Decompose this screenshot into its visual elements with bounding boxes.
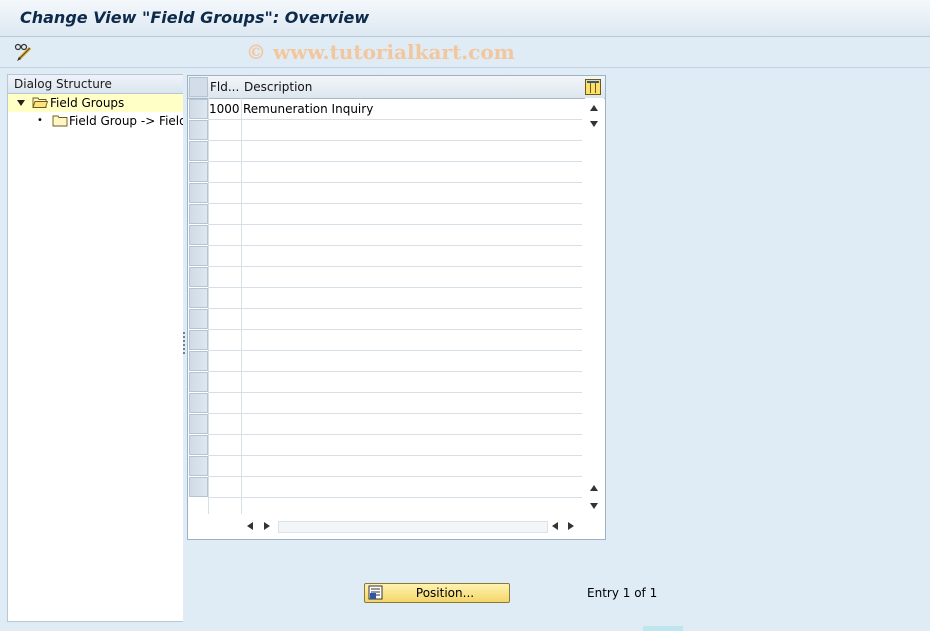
display-change-button[interactable] [13,41,35,63]
scroll-down-icon[interactable] [588,501,600,511]
row-divider [208,413,582,414]
row-divider [208,203,582,204]
window-title: Change View "Field Groups": Overview [20,8,370,27]
row-selector[interactable] [189,372,208,392]
scroll-down-icon[interactable] [588,119,600,129]
title-bar: Change View "Field Groups": Overview [0,0,930,37]
dialog-structure-header: Dialog Structure [8,75,184,94]
row-divider [208,119,582,120]
tree-item-label: Field Groups [50,96,125,110]
expand-triangle-icon[interactable] [16,98,26,108]
scroll-left-icon[interactable] [550,520,560,532]
scroll-right-icon[interactable] [262,520,272,532]
row-divider [208,350,582,351]
table-settings-icon [585,79,601,95]
row-divider [208,392,582,393]
row-selector[interactable] [189,141,208,161]
row-selector[interactable] [189,435,208,455]
row-selector[interactable] [189,477,208,497]
row-divider [208,476,582,477]
row-selector[interactable] [189,456,208,476]
row-divider [208,455,582,456]
table-settings-button[interactable] [585,79,601,95]
row-selector[interactable] [189,351,208,371]
tree-item-field-group-fields[interactable]: • Field Group -> Fields [8,112,193,130]
row-divider [208,287,582,288]
cell-description[interactable]: Remuneration Inquiry [243,99,373,119]
row-divider [208,266,582,267]
scroll-left-icon[interactable] [245,520,255,532]
entry-counter: Entry 1 of 1 [587,586,658,600]
horizontal-scroll-track[interactable] [278,521,548,533]
row-divider [208,182,582,183]
position-button-label: Position... [415,586,475,600]
row-selector[interactable] [189,162,208,182]
row-selector[interactable] [189,99,208,119]
tree-bullet-icon: • [37,115,43,126]
vertical-scrollbar[interactable] [585,98,604,514]
scroll-up-icon[interactable] [588,103,600,113]
row-divider [208,308,582,309]
cell-fld[interactable]: 1000 [209,99,240,119]
tree-item-label: Field Group -> Fields [69,114,194,128]
row-selector[interactable] [189,183,208,203]
position-icon [368,585,383,600]
row-divider [208,497,582,498]
row-divider [208,140,582,141]
row-divider [208,224,582,225]
row-divider [208,161,582,162]
position-button[interactable]: Position... [364,583,510,603]
scroll-up-icon[interactable] [588,483,600,493]
horizontal-scrollbar[interactable] [242,517,582,535]
row-divider [208,371,582,372]
row-selector[interactable] [189,204,208,224]
column-header-description[interactable]: Description [244,76,544,98]
row-divider [208,329,582,330]
row-selector[interactable] [189,225,208,245]
row-divider [208,245,582,246]
folder-icon [52,115,68,127]
dialog-structure-panel: Dialog Structure Field Groups • Field Gr… [7,74,193,622]
table-header: Fld... Description [188,76,605,99]
row-selector[interactable] [189,414,208,434]
table-row[interactable]: 1000 Remuneration Inquiry [208,99,582,119]
column-header-fld[interactable]: Fld... [210,76,240,98]
select-all-button[interactable] [189,77,208,97]
folder-open-icon [32,97,48,108]
row-selector[interactable] [189,330,208,350]
row-selector[interactable] [189,120,208,140]
row-divider [208,434,582,435]
tree-item-field-groups[interactable]: Field Groups [8,94,183,112]
pencil-glasses-icon [14,43,32,61]
watermark-text: © www.tutorialkart.com [246,40,515,64]
row-selector[interactable] [189,288,208,308]
status-indicator [643,626,683,631]
field-groups-table: Fld... Description 1000 Remuneration Inq… [187,75,606,540]
row-selector-column [189,99,208,498]
row-selector[interactable] [189,393,208,413]
scroll-right-icon[interactable] [566,520,576,532]
row-selector[interactable] [189,246,208,266]
row-selector[interactable] [189,309,208,329]
row-selector[interactable] [189,267,208,287]
